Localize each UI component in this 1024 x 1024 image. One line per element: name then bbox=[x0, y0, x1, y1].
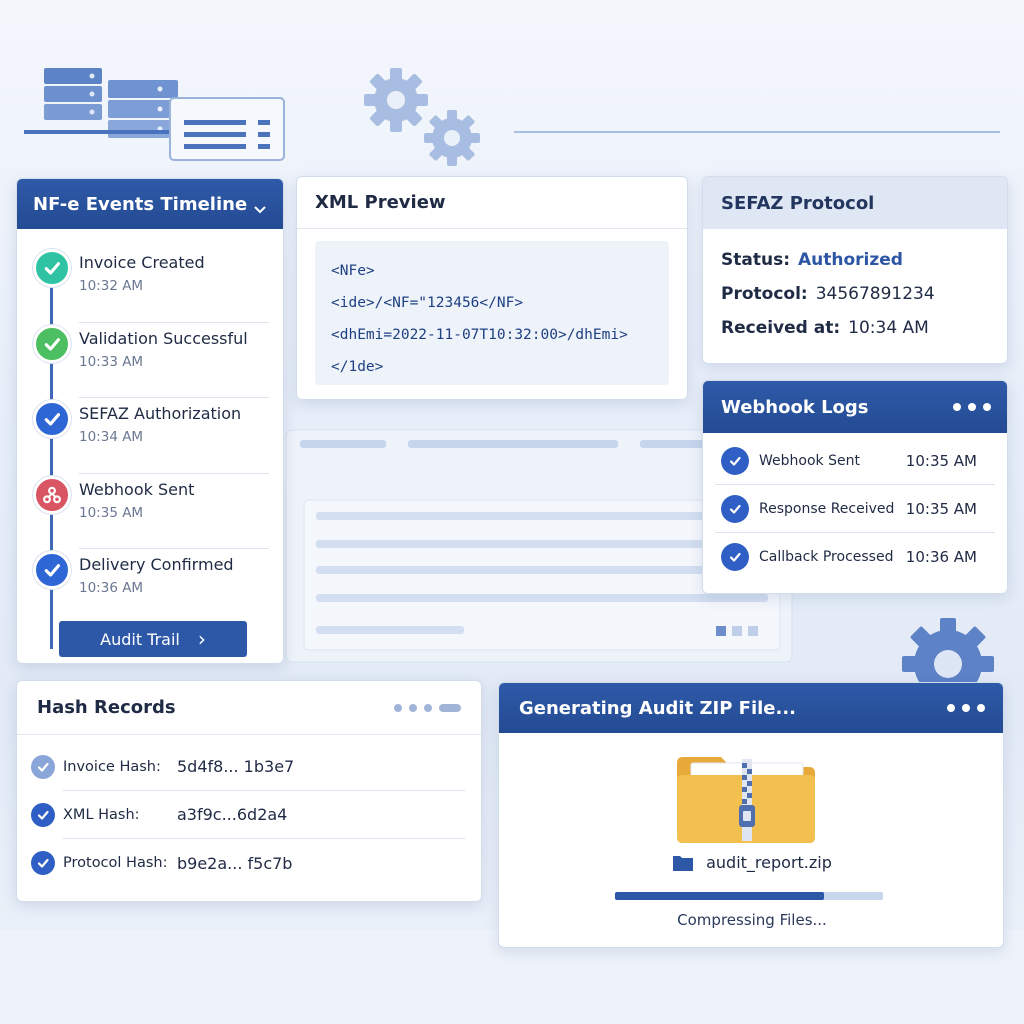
webhook-log-time: 10:35 AM bbox=[905, 451, 977, 470]
check-icon bbox=[33, 400, 71, 438]
timeline-line bbox=[50, 259, 53, 649]
webhook-log-row[interactable]: Callback Processed 10:36 AM bbox=[715, 533, 995, 581]
webhook-log-row[interactable]: Webhook Sent 10:35 AM bbox=[715, 437, 995, 485]
timeline-item-label: SEFAZ Authorization bbox=[79, 404, 242, 423]
zip-folder-icon bbox=[673, 753, 819, 845]
zip-progress-track bbox=[615, 892, 883, 900]
server-stack-icon bbox=[24, 68, 285, 161]
zip-status: Compressing Files... bbox=[677, 911, 827, 929]
status-label: Status: bbox=[721, 250, 790, 270]
timeline-item-label: Delivery Confirmed bbox=[79, 555, 234, 574]
check-icon bbox=[33, 551, 71, 589]
hash-row[interactable]: XML Hash: a3f9c...6d2a4 bbox=[31, 791, 465, 839]
zip-progress-fill bbox=[615, 892, 825, 900]
timeline-item-time: 10:35 AM bbox=[79, 504, 144, 521]
webhook-icon bbox=[33, 475, 71, 514]
timeline-item[interactable]: Validation Successful 10:33 AM bbox=[33, 323, 269, 398]
timeline-item[interactable]: Webhook Sent 10:35 AM bbox=[33, 474, 269, 549]
hash-value: a3f9c...6d2a4 bbox=[177, 805, 288, 824]
timeline-item[interactable]: SEFAZ Authorization 10:34 AM bbox=[33, 398, 269, 474]
webhook-log-time: 10:36 AM bbox=[905, 548, 977, 566]
timeline-item-label: Invoice Created bbox=[79, 253, 205, 272]
hash-title: Hash Records bbox=[37, 697, 176, 718]
timeline-title: NF-e Events Timeline bbox=[33, 193, 248, 215]
protocol-label: Protocol: bbox=[721, 284, 808, 304]
timeline-item-time: 10:33 AM bbox=[79, 353, 144, 370]
xml-line: </1de> bbox=[331, 359, 384, 375]
hash-row[interactable]: Invoice Hash: 5d4f8... 1b3e7 bbox=[31, 743, 465, 791]
chevron-right-icon: › bbox=[197, 627, 206, 651]
timeline-item-time: 10:36 AM bbox=[79, 580, 144, 596]
webhook-log-label: Webhook Sent bbox=[759, 452, 860, 469]
check-icon bbox=[721, 446, 749, 475]
protocol-value: 34567891234 bbox=[815, 284, 935, 304]
xml-line: <NFe> bbox=[331, 263, 375, 279]
xml-line: <dhEmi=2022-11-07T10:32:00>/dhEmi> bbox=[331, 327, 628, 343]
webhook-logs-panel: Webhook Logs Webhook Sent 10:35 AM Respons… bbox=[702, 380, 1008, 594]
timeline-panel: NF-e Events Timeline Invoice Created 10:3… bbox=[16, 178, 284, 664]
timeline-item-label: Webhook Sent bbox=[79, 479, 195, 499]
gear-icon bbox=[364, 68, 480, 166]
zip-header: Generating Audit ZIP File... bbox=[499, 683, 1003, 733]
check-icon bbox=[721, 543, 749, 571]
audit-trail-button[interactable]: Audit Trail › bbox=[59, 621, 247, 657]
xml-preview-header: XML Preview bbox=[297, 177, 687, 229]
check-icon bbox=[31, 802, 55, 827]
webhook-header: Webhook Logs bbox=[703, 381, 1007, 433]
hash-label: XML Hash: bbox=[63, 806, 140, 823]
webhook-log-row[interactable]: Response Received 10:35 AM bbox=[715, 485, 995, 533]
check-icon bbox=[31, 851, 55, 875]
hash-row[interactable]: Protocol Hash: b9e2a... f5c7b bbox=[31, 839, 465, 887]
sefaz-protocol-panel: SEFAZ Protocol Status: Authorized Protoc… bbox=[702, 176, 1008, 364]
webhook-log-time: 10:35 AM bbox=[905, 499, 977, 518]
timeline-header[interactable]: NF-e Events Timeline bbox=[17, 179, 283, 229]
hash-value: b9e2a... f5c7b bbox=[177, 853, 293, 873]
audit-zip-panel: Generating Audit ZIP File... audit_repor… bbox=[498, 682, 1004, 948]
hash-records-panel: Hash Records Invoice Hash: 5d4f8... 1b3e7… bbox=[16, 680, 482, 902]
more-options-icon[interactable] bbox=[394, 703, 461, 712]
xml-preview-title: XML Preview bbox=[315, 192, 446, 213]
hash-value: 5d4f8... 1b3e7 bbox=[177, 757, 295, 776]
timeline-item-label: Validation Successful bbox=[79, 328, 248, 348]
check-icon bbox=[33, 249, 71, 287]
more-options-icon[interactable] bbox=[953, 403, 991, 411]
more-options-icon[interactable] bbox=[947, 704, 985, 712]
status-value: Authorized bbox=[798, 250, 903, 270]
sefaz-title: SEFAZ Protocol bbox=[721, 192, 875, 214]
timeline-item-time: 10:34 AM bbox=[79, 429, 144, 445]
timeline-list: Invoice Created 10:32 AM Validation Succes… bbox=[17, 229, 283, 649]
webhook-log-label: Callback Processed bbox=[759, 549, 894, 565]
xml-code-block[interactable]: <NFe> <ide>/<NF="123456</NF> <dhEmi=2022-1… bbox=[315, 241, 669, 385]
xml-preview-panel: XML Preview <NFe> <ide>/<NF="123456</NF> <… bbox=[296, 176, 688, 400]
webhook-log-label: Response Received bbox=[759, 500, 895, 517]
check-icon bbox=[33, 324, 71, 363]
received-label: Received at: bbox=[721, 318, 841, 338]
check-icon bbox=[31, 754, 55, 779]
timeline-item[interactable]: Invoice Created 10:32 AM bbox=[33, 247, 269, 323]
file-icon bbox=[672, 854, 694, 872]
sefaz-header: SEFAZ Protocol bbox=[703, 177, 1007, 229]
hash-label: Invoice Hash: bbox=[63, 758, 161, 775]
check-icon bbox=[721, 494, 749, 523]
zip-filename: audit_report.zip bbox=[706, 853, 832, 872]
chevron-down-icon[interactable] bbox=[253, 199, 267, 214]
received-value: 10:34 AM bbox=[848, 318, 929, 338]
hash-label: Protocol Hash: bbox=[63, 855, 168, 871]
hash-header: Hash Records bbox=[17, 681, 481, 735]
xml-line: <ide>/<NF="123456</NF> bbox=[331, 295, 524, 311]
audit-trail-label: Audit Trail bbox=[100, 629, 180, 649]
zip-title: Generating Audit ZIP File... bbox=[519, 697, 797, 719]
timeline-item[interactable]: Delivery Confirmed 10:36 AM bbox=[33, 549, 269, 625]
webhook-title: Webhook Logs bbox=[721, 396, 869, 418]
timeline-item-time: 10:32 AM bbox=[79, 278, 144, 294]
